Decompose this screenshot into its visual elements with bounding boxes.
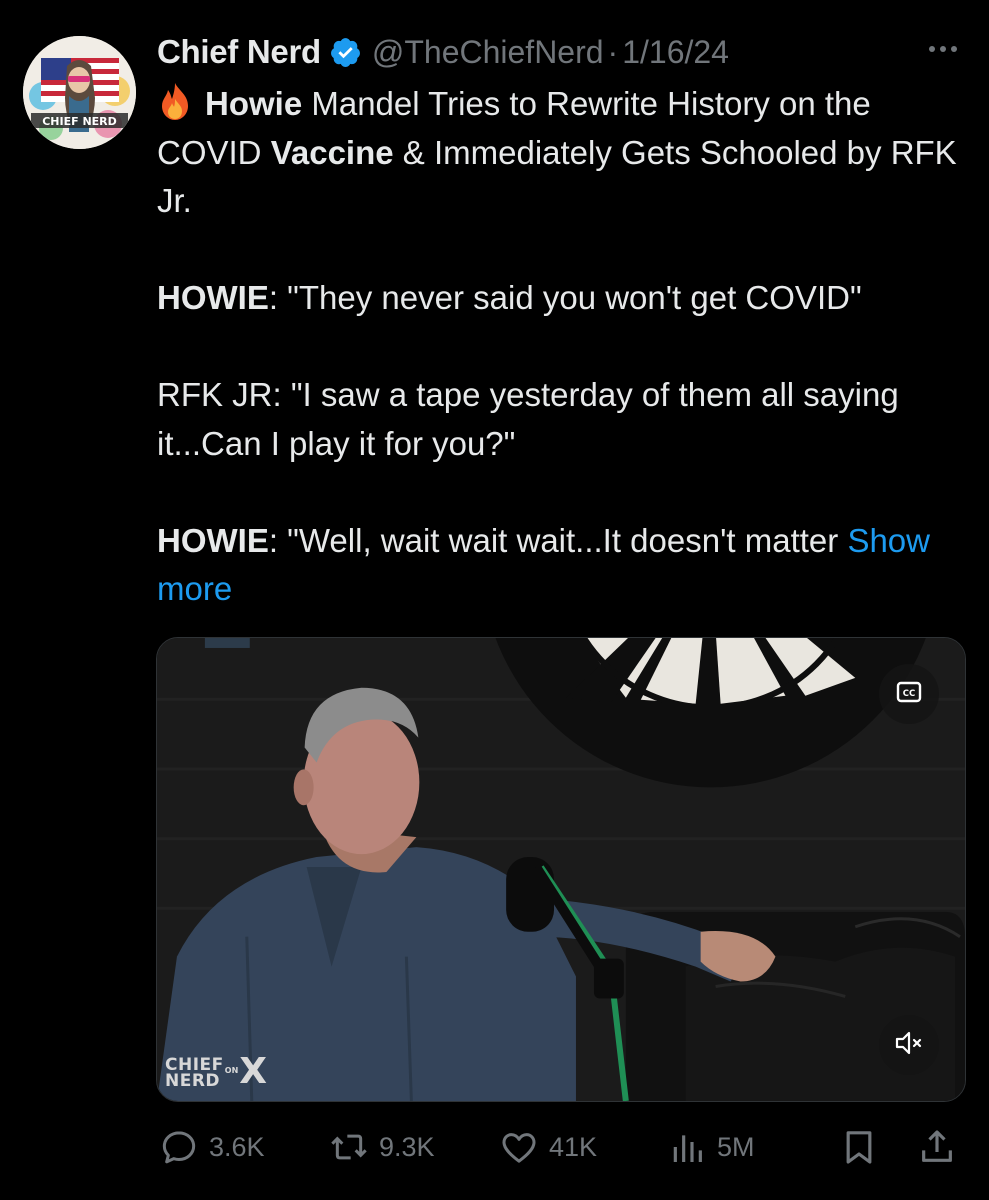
separator: · [607,33,619,70]
tweet-text: Howie Mandel Tries to Rewrite History on… [157,80,967,614]
quote-speaker: HOWIE [157,521,269,559]
bookmark-icon [839,1127,879,1167]
closed-captions-button[interactable]: CC [879,664,939,724]
like-icon [499,1127,539,1167]
headline-bold-howie: Howie [205,85,303,122]
avatar[interactable]: CHIEF NERD [23,36,136,149]
quote-text: : "Well, wait wait wait...It doesn't mat… [268,521,848,559]
watermark-line2: NERD [165,1071,221,1091]
mute-button[interactable] [879,1015,939,1075]
video-frame [157,638,965,1101]
like-count: 41K [549,1131,598,1162]
tweet-actions: 3.6K 9.3K 41K 5M [157,1120,967,1174]
video-player[interactable]: CC CHIEF NERD ON X [156,637,966,1102]
reply-count: 3.6K [209,1131,265,1162]
avatar-label: CHIEF NERD [42,115,117,128]
quote-howie-2: HOWIE: "Well, wait wait wait...It doesn'… [157,517,967,614]
author-name[interactable]: Chief Nerd [157,33,321,71]
headline-bold-vaccine: Vaccine [270,133,394,171]
quote-howie-1: HOWIE: "They never said you won't get CO… [157,274,967,323]
reply-icon [159,1127,199,1167]
repost-icon [329,1127,369,1167]
video-watermark: CHIEF NERD ON X [165,1051,268,1092]
more-icon[interactable] [921,34,965,64]
watermark-on: ON [224,1066,239,1075]
watermark-x: X [239,1051,268,1092]
tweet-date[interactable]: 1/16/24 [622,34,729,71]
svg-text:CC: CC [903,689,915,699]
verified-badge-icon[interactable] [329,36,362,69]
bookmark-button[interactable] [839,1120,879,1174]
repost-button[interactable]: 9.3K [329,1120,435,1174]
mute-icon [894,1030,924,1061]
reply-button[interactable]: 3.6K [159,1120,265,1174]
share-button[interactable] [917,1120,957,1174]
quote-text: : "They never said you won't get COVID" [268,279,862,316]
share-icon [917,1127,957,1167]
closed-captions-icon: CC [896,681,922,708]
tweet-headline: Howie Mandel Tries to Rewrite History on… [157,80,967,226]
views-count: 5M [717,1131,755,1162]
repost-count: 9.3K [379,1131,435,1162]
author-handle[interactable]: @TheChiefNerd [372,34,604,71]
quote-rfk: RFK JR: "I saw a tape yesterday of them … [157,376,899,462]
tweet-header: Chief Nerd @TheChiefNerd · 1/16/24 [157,30,729,74]
quote-speaker: HOWIE [157,279,269,316]
like-button[interactable]: 41K [499,1120,597,1174]
views-icon [667,1127,707,1167]
fire-emoji-icon [157,81,193,121]
views-button[interactable]: 5M [667,1120,755,1174]
